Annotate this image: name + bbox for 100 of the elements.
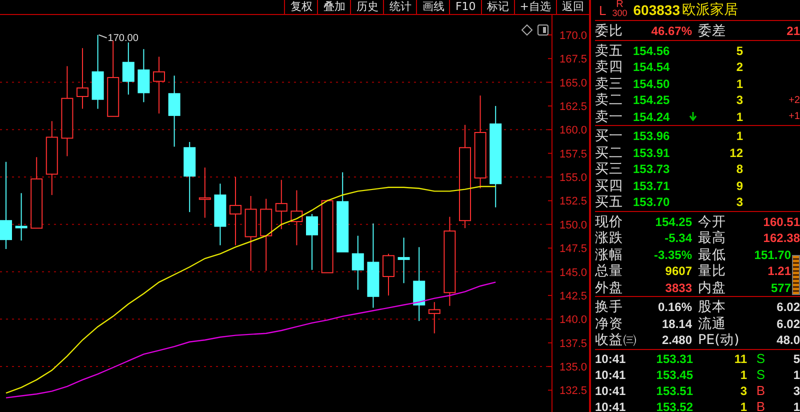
stock-name: 欧派家居 [682, 1, 738, 19]
toolbar-button[interactable]: 画线 [416, 0, 450, 14]
order-level-label: 卖三 [595, 74, 624, 92]
candlestick [352, 235, 364, 290]
stat-value: 6.02 [776, 316, 800, 330]
trade-count: 3 [792, 384, 800, 398]
trade-volume: 1 [739, 368, 747, 382]
toolbar-button[interactable]: 返回 [556, 0, 589, 14]
axis-label: 142.5 [559, 290, 587, 302]
candlestick [15, 192, 28, 241]
order-change: +1 [788, 111, 800, 122]
candlestick [275, 179, 288, 230]
market-mark: L [599, 2, 606, 18]
volume-meter-drawing [792, 255, 800, 295]
order-volume: 1 [735, 76, 743, 90]
order-volume: 1 [735, 129, 743, 143]
stat-value: 577 [770, 280, 791, 294]
order-level-label: 卖四 [595, 58, 624, 76]
candlestick [230, 176, 242, 246]
order-level-label: 卖五 [595, 42, 624, 60]
trade-time: 10:41 [595, 368, 627, 382]
stock-code: 603833 [633, 2, 680, 18]
stat-label: 最高 [698, 229, 727, 247]
axis-label: 157.5 [559, 148, 587, 160]
axis-label: 162.5 [559, 100, 587, 113]
toolbar-button[interactable]: 标记 [480, 0, 514, 14]
order-level-label: 买一 [595, 127, 624, 145]
order-volume: 3 [735, 93, 743, 107]
stat-label: 内盘 [698, 278, 727, 296]
order-volume: 9 [735, 178, 743, 192]
stat-value: 18.14 [660, 316, 692, 330]
order-volume: 5 [735, 44, 743, 58]
candlestick [153, 56, 165, 114]
axis-label: 132.5 [559, 385, 587, 398]
axis-label: 140.0 [559, 314, 587, 326]
toolbar-button[interactable]: 叠加 [317, 0, 350, 14]
trade-side: B [755, 383, 765, 398]
trade-volume: 1 [739, 400, 747, 412]
order-level-label: 买三 [595, 160, 624, 178]
order-volume: 12 [728, 146, 743, 160]
axis-label: 137.5 [559, 338, 587, 350]
stat-value: 21 [786, 24, 800, 38]
stat-label: 涨幅 [595, 246, 624, 264]
order-price: 154.54 [633, 60, 671, 74]
stat-label: 总量 [595, 262, 624, 280]
candlestick [184, 141, 196, 213]
trade-side: S [755, 351, 765, 366]
toolbar-button[interactable]: F10 [449, 0, 481, 14]
stat-value: 48.0 [776, 333, 800, 347]
stat-label: 涨跌 [595, 229, 624, 247]
stat-value: -5.34 [664, 231, 692, 245]
toolbar-button[interactable]: +自选 [514, 0, 556, 14]
axis-label: 167.5 [559, 54, 587, 66]
stat-label: 最低 [698, 246, 727, 264]
order-price: 153.71 [633, 178, 671, 192]
stat-value: 9607 [664, 264, 692, 278]
stat-value: 151.70 [753, 248, 791, 262]
trade-time: 10:41 [595, 400, 627, 412]
trade-price: 153.31 [655, 352, 693, 366]
stat-value: 162.38 [762, 231, 800, 245]
candlestick [306, 213, 318, 270]
toolbar-button[interactable]: 历史 [350, 0, 384, 14]
stat-label: 现价 [595, 212, 624, 230]
toolbar-button[interactable]: 统计 [383, 0, 416, 14]
stat-value: 46.67% [650, 24, 692, 38]
stat-value: 1.21 [766, 264, 791, 278]
toolbar-button[interactable]: 复权 [284, 0, 318, 14]
diamond-icon[interactable] [521, 24, 533, 36]
order-price: 153.96 [633, 129, 671, 143]
axis-label: 135.0 [559, 362, 587, 374]
trade-price: 153.45 [655, 368, 693, 382]
trade-count: 1 [792, 368, 800, 382]
order-volume: 3 [735, 195, 743, 209]
board-mark: R [616, 1, 624, 9]
order-price: 154.24 [633, 110, 671, 124]
candlestick [382, 253, 394, 296]
stat-value: 6.02 [776, 300, 800, 314]
axis-label: 170.0 [559, 30, 587, 42]
candlestick [122, 42, 134, 96]
order-volume: 8 [735, 162, 743, 176]
axis-label: 152.5 [559, 196, 587, 208]
stat-value: 0.16% [656, 300, 692, 314]
order-volume: 2 [735, 60, 743, 74]
stat-label: 净资 [595, 314, 624, 332]
trade-volume: 11 [733, 352, 747, 366]
order-level-label: 买五 [595, 193, 624, 211]
trade-count: 1 [792, 400, 800, 412]
axis-label: 160.0 [559, 124, 587, 137]
order-volume: 1 [735, 110, 743, 124]
leader-line [98, 34, 108, 38]
axis-label: 165.0 [559, 77, 587, 90]
candlestick [398, 237, 410, 284]
panel-icon[interactable] [538, 24, 548, 36]
stat-value: 2.480 [660, 333, 692, 347]
order-price: 154.56 [633, 44, 671, 58]
stat-label: 换手 [595, 298, 624, 316]
order-price: 153.91 [633, 146, 671, 160]
trade-price: 153.52 [655, 400, 693, 412]
order-level-label: 卖一 [595, 108, 624, 126]
order-price: 154.25 [633, 93, 671, 107]
